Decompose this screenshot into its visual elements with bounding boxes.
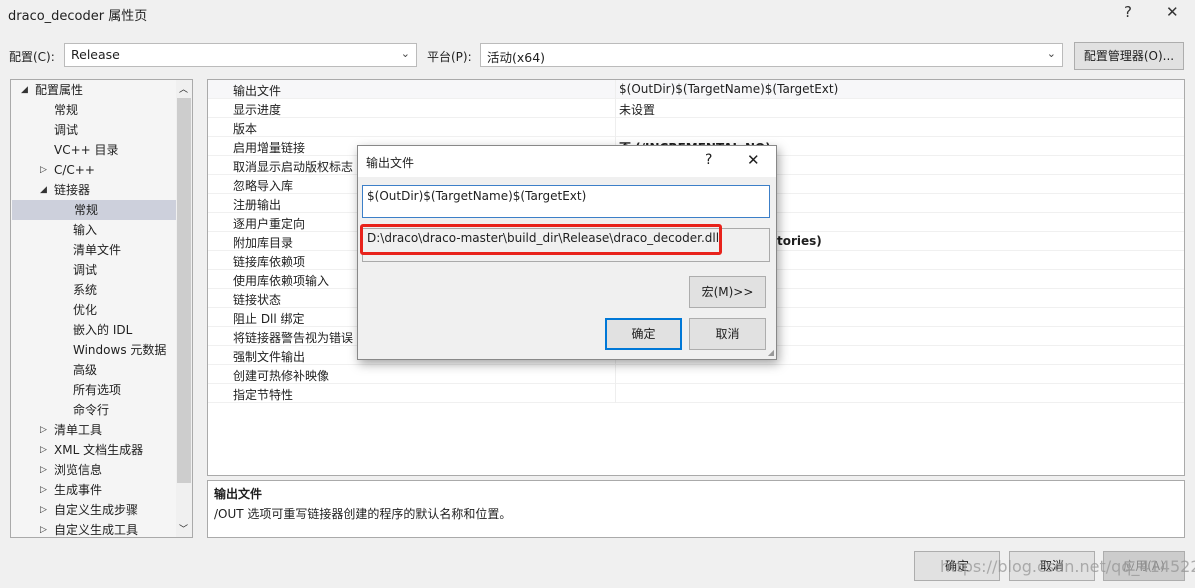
tree-item-label: 优化	[73, 303, 98, 317]
property-tree[interactable]: ︿ ﹀ ◢ 配置属性 常规 调试 VC++ 目录 ▷ C/C++ ◢ 链接器 常规 输入 清单文件 调试…	[10, 79, 193, 538]
tree-item-label: 命令行	[73, 403, 110, 417]
platform-value: 活动(x64)	[487, 50, 546, 65]
tree-scrollbar[interactable]: ︿ ﹀	[176, 80, 192, 537]
property-row[interactable]: 显示进度 未设置	[208, 99, 1184, 118]
dialog-titlebar: 输出文件 ? ✕	[358, 146, 776, 177]
dialog-title: 输出文件	[366, 156, 415, 170]
tree-item-label: VC++ 目录	[54, 143, 119, 157]
column-divider	[615, 118, 616, 137]
property-name: 显示进度	[233, 103, 282, 117]
property-row[interactable]: 输出文件 $(OutDir)$(TargetName)$(TargetExt)	[208, 80, 1184, 99]
column-divider	[615, 99, 616, 118]
property-name: 版本	[233, 122, 258, 136]
property-value: tories)	[777, 234, 822, 248]
collapsed-arrow-icon[interactable]: ▷	[40, 480, 47, 500]
macros-button[interactable]: 宏(M)>>	[689, 276, 766, 308]
collapsed-arrow-icon[interactable]: ▷	[40, 520, 47, 540]
evaluated-value: D:\draco\draco-master\build_dir\Release\…	[360, 224, 722, 255]
column-divider	[615, 365, 616, 384]
property-name: 指定节特性	[233, 388, 294, 402]
tree-item-label: 常规	[54, 103, 79, 117]
tree-item-label: C/C++	[54, 163, 95, 177]
description-title: 输出文件	[214, 487, 263, 501]
description-panel: 输出文件 /OUT 选项可重写链接器创建的程序的默认名称和位置。	[207, 480, 1185, 538]
dialog-help-button[interactable]: ?	[705, 152, 712, 168]
dialog-close-button[interactable]: ✕	[747, 151, 760, 169]
config-select[interactable]: Release ⌄	[64, 43, 417, 67]
property-name: 输出文件	[233, 84, 282, 98]
tree-item-label: XML 文档生成器	[54, 443, 144, 457]
column-divider	[615, 80, 616, 99]
tree-item-label: 清单文件	[73, 243, 122, 257]
tree-item-label: 清单工具	[54, 423, 103, 437]
platform-label: 平台(P):	[427, 50, 472, 64]
resize-grip-icon[interactable]: ◢	[768, 348, 774, 357]
tree-item-label: 高级	[73, 363, 98, 377]
chevron-down-icon: ⌄	[1046, 47, 1056, 60]
window-title: draco_decoder 属性页	[8, 9, 148, 24]
expanded-arrow-icon[interactable]: ◢	[40, 180, 47, 200]
help-button[interactable]: ?	[1124, 3, 1132, 21]
collapsed-arrow-icon[interactable]: ▷	[40, 420, 47, 440]
config-manager-button[interactable]: 配置管理器(O)...	[1074, 42, 1184, 70]
dialog-cancel-button[interactable]: 取消	[689, 318, 766, 350]
property-name: 创建可热修补映像	[233, 369, 330, 383]
property-row[interactable]: 创建可热修补映像	[208, 365, 1184, 384]
dialog-ok-button[interactable]: 确定	[605, 318, 682, 350]
column-divider	[615, 384, 616, 403]
collapsed-arrow-icon[interactable]: ▷	[40, 500, 47, 520]
output-file-input[interactable]: $(OutDir)$(TargetName)$(TargetExt)	[362, 185, 770, 218]
output-file-dialog: 输出文件 ? ✕ $(OutDir)$(TargetName)$(TargetE…	[357, 145, 777, 360]
config-value: Release	[71, 47, 120, 62]
scroll-down-icon[interactable]: ﹀	[179, 522, 188, 535]
tree-item-label: 浏览信息	[54, 463, 103, 477]
collapsed-arrow-icon[interactable]: ▷	[40, 440, 47, 460]
config-label: 配置(C):	[9, 50, 55, 64]
description-text: /OUT 选项可重写链接器创建的程序的默认名称和位置。	[214, 507, 512, 521]
tree-item-label: 常规	[74, 203, 99, 217]
property-value: 未设置	[619, 103, 656, 117]
tree-item-label: 所有选项	[73, 383, 122, 397]
watermark: https://blog.csdn.net/qq_41452267	[940, 557, 1195, 576]
tree-item-label: 链接器	[54, 183, 91, 197]
tree-item-label: 调试	[73, 263, 98, 277]
tree-item-label: Windows 元数据	[73, 343, 167, 357]
scroll-up-icon[interactable]: ︿	[179, 82, 188, 95]
tree-item-label: 自定义生成工具	[54, 523, 139, 537]
scrollbar-thumb[interactable]	[177, 98, 191, 483]
tree-item-label: 嵌入的 IDL	[73, 323, 133, 337]
property-row[interactable]: 版本	[208, 118, 1184, 137]
chevron-down-icon: ⌄	[400, 47, 410, 60]
collapsed-arrow-icon[interactable]: ▷	[40, 460, 47, 480]
close-button[interactable]: ✕	[1166, 3, 1179, 21]
tree-item-label: 配置属性	[35, 83, 84, 97]
expanded-arrow-icon[interactable]: ◢	[21, 80, 28, 100]
collapsed-arrow-icon[interactable]: ▷	[40, 160, 47, 180]
tree-item-label: 输入	[73, 223, 98, 237]
tree-item-label: 生成事件	[54, 483, 103, 497]
property-row[interactable]: 指定节特性	[208, 384, 1184, 403]
tree-item-label: 系统	[73, 283, 98, 297]
tree-item[interactable]: 常规	[12, 200, 176, 220]
tree-item-label: 自定义生成步骤	[54, 503, 139, 517]
tree-item-label: 调试	[54, 123, 79, 137]
property-value: $(OutDir)$(TargetName)$(TargetExt)	[619, 82, 839, 96]
platform-select[interactable]: 活动(x64) ⌄	[480, 43, 1063, 67]
